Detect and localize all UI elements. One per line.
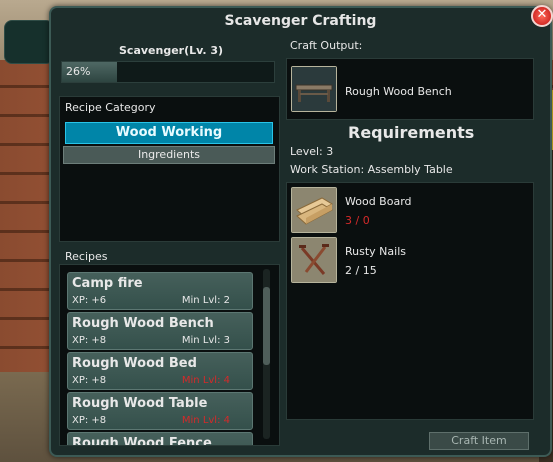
hud-button[interactable]	[4, 20, 54, 64]
progress-text: 26%	[66, 65, 91, 78]
recipe-xp: XP: +6	[72, 295, 107, 306]
recipe-xp: XP: +8	[72, 335, 107, 346]
recipe-name: Rough Wood Fence	[72, 436, 212, 446]
requirements-list: Wood Board 3 / 0 Rusty Nails 2 / 15	[286, 182, 534, 420]
recipes-label: Recipes	[65, 250, 108, 263]
bench-icon	[291, 66, 337, 112]
skill-name: Scavenger(Lv. 3)	[119, 44, 224, 57]
recipe-name: Rough Wood Table	[72, 396, 208, 411]
recipe-xp: XP: +8	[72, 375, 107, 386]
recipe-camp-fire[interactable]: Camp fire XP: +6 Min Lvl: 2	[67, 272, 253, 310]
craft-output-box: Rough Wood Bench	[286, 58, 534, 120]
recipe-min-level: Min Lvl: 3	[181, 335, 230, 346]
recipe-rough-wood-table[interactable]: Rough Wood Table XP: +8 Min Lvl: 4	[67, 392, 253, 430]
crafting-window: Scavenger Crafting ✕ Scavenger(Lv. 3) 26…	[49, 5, 553, 457]
recipes-scrollbar[interactable]	[263, 269, 270, 439]
recipes-list: Camp fire XP: +6 Min Lvl: 2 Rough Wood B…	[59, 264, 280, 446]
requirement-count: 2 / 15	[345, 264, 377, 277]
recipe-xp: XP: +8	[72, 415, 107, 426]
recipe-name: Rough Wood Bed	[72, 356, 197, 371]
output-item-name: Rough Wood Bench	[345, 85, 452, 98]
category-wood-working[interactable]: Wood Working	[65, 122, 273, 144]
requirements-title: Requirements	[348, 123, 475, 142]
craft-item-button[interactable]: Craft Item	[429, 432, 529, 450]
requirement-count: 3 / 0	[345, 214, 370, 227]
requirement-name: Wood Board	[345, 195, 412, 208]
scroll-thumb[interactable]	[263, 287, 270, 365]
recipe-name: Camp fire	[72, 276, 143, 291]
recipe-rough-wood-bed[interactable]: Rough Wood Bed XP: +8 Min Lvl: 4	[67, 352, 253, 390]
recipe-category-label: Recipe Category	[65, 101, 156, 114]
window-title: Scavenger Crafting	[224, 13, 377, 29]
recipe-min-level: Min Lvl: 4	[181, 415, 230, 426]
recipe-category-panel: Recipe Category Wood Working Ingredients	[59, 96, 280, 242]
rusty-nails-icon	[291, 237, 337, 283]
wood-board-icon	[291, 187, 337, 233]
recipe-rough-wood-fence[interactable]: Rough Wood Fence	[67, 432, 253, 446]
recipe-min-level: Min Lvl: 4	[181, 375, 230, 386]
recipe-rough-wood-bench[interactable]: Rough Wood Bench XP: +8 Min Lvl: 3	[67, 312, 253, 350]
requirement-name: Rusty Nails	[345, 245, 406, 258]
category-ingredients[interactable]: Ingredients	[63, 146, 275, 164]
craft-output-label: Craft Output:	[290, 39, 363, 52]
skill-progress-bar: 26%	[61, 61, 275, 83]
required-work-station: Work Station: Assembly Table	[290, 163, 453, 176]
recipe-name: Rough Wood Bench	[72, 316, 214, 331]
close-button[interactable]: ✕	[531, 5, 553, 27]
required-level: Level: 3	[290, 145, 334, 158]
recipe-min-level: Min Lvl: 2	[181, 295, 230, 306]
